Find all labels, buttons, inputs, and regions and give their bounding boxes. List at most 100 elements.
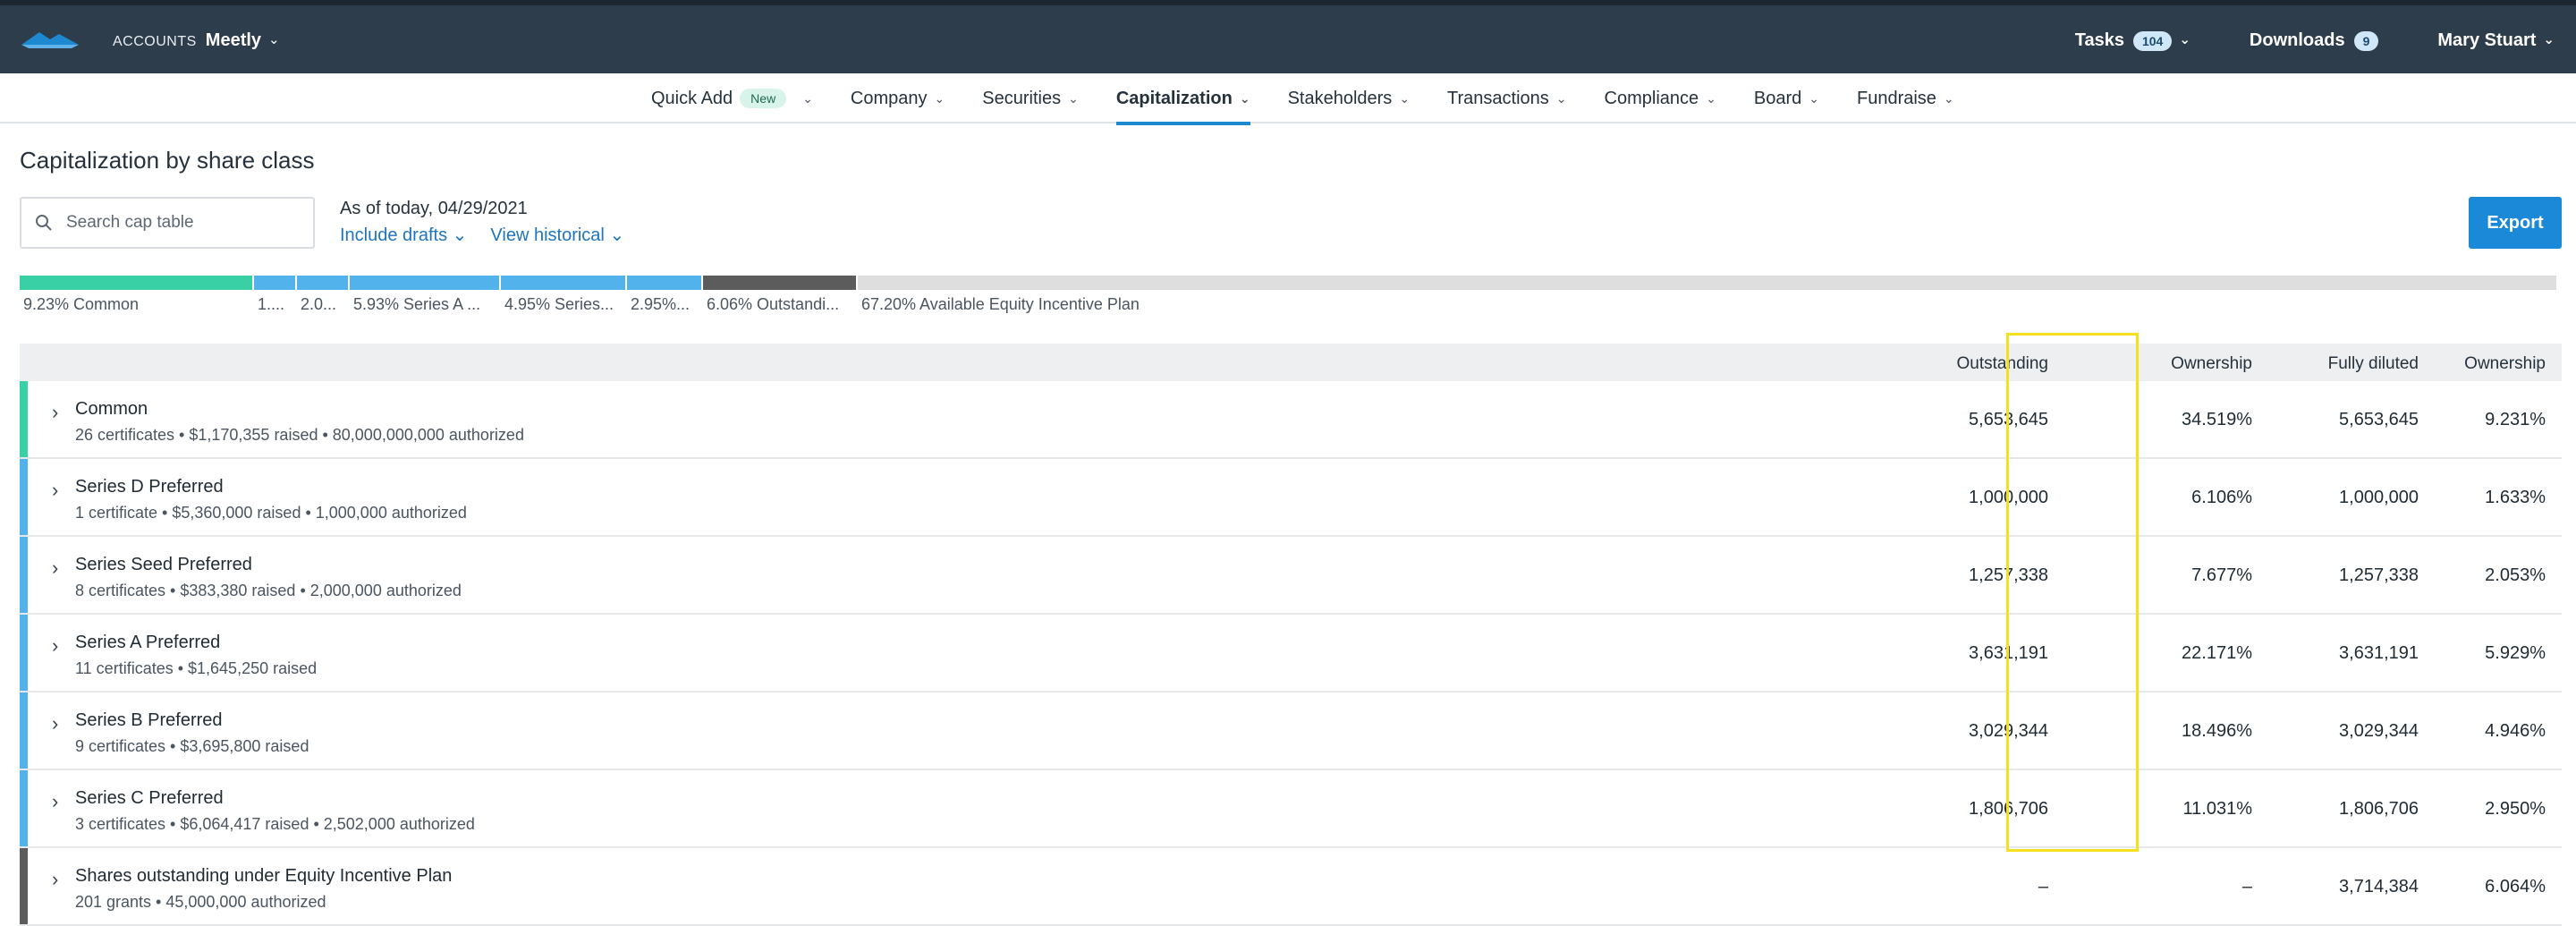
nav-securities[interactable]: Securities ⌄ — [982, 73, 1079, 123]
top-right-menu: Tasks 104 ⌄ Downloads 9 Mary Stuart ⌄ — [2016, 30, 2555, 51]
nav-label: Board — [1753, 88, 1802, 108]
cell-ownership: 6.106% — [2191, 488, 2252, 507]
tasks-menu[interactable]: Tasks 104 ⌄ — [2075, 30, 2190, 51]
distribution-segment[interactable] — [501, 276, 625, 290]
table-row[interactable]: › Series A Preferred 11 certificates • $1,… — [20, 615, 2562, 692]
share-class-color-bar — [20, 459, 28, 535]
nav-quick-add[interactable]: Quick Add New ⌄ — [651, 73, 813, 123]
distribution-segment[interactable] — [20, 276, 252, 290]
column-fully-diluted[interactable]: Fully diluted — [2328, 354, 2419, 374]
chevron-right-icon[interactable]: › — [52, 634, 58, 658]
distribution-segment[interactable] — [858, 276, 2556, 290]
cell-ownership: 18.496% — [2182, 721, 2252, 741]
chevron-down-icon: ⌄ — [2179, 31, 2190, 47]
nav-stakeholders[interactable]: Stakeholders ⌄ — [1288, 73, 1410, 123]
distribution-label: 67.20% Available Equity Incentive Plan — [861, 295, 1140, 313]
table-row[interactable]: › Series B Preferred 9 certificates • $3,6… — [20, 692, 2562, 770]
distribution-segment[interactable] — [627, 276, 701, 290]
cell-ownership: – — [2241, 877, 2252, 896]
nav-label: Securities — [982, 88, 1062, 108]
nav-label: Stakeholders — [1287, 88, 1393, 108]
search-box[interactable] — [20, 197, 315, 249]
export-button[interactable]: Export — [2469, 197, 2562, 249]
share-class-color-bar — [20, 848, 28, 924]
ownership-distribution-labels: 9.23% Common 1.... 2.0... 5.93% Series A ..… — [20, 295, 2562, 315]
nav-transactions[interactable]: Transactions ⌄ — [1447, 73, 1566, 123]
view-options: Include drafts ⌄ View historical ⌄ — [340, 224, 648, 246]
nav-board[interactable]: Board ⌄ — [1754, 73, 1819, 123]
cell-ownership-diluted: 9.231% — [2485, 410, 2546, 429]
tasks-label: Tasks — [2074, 30, 2124, 50]
cell-ownership: 34.519% — [2182, 410, 2252, 429]
distribution-label: 1.... — [258, 295, 285, 313]
share-class-color-bar — [20, 692, 28, 769]
distribution-segment[interactable] — [350, 276, 499, 290]
table-row[interactable]: › Series Seed Preferred 8 certificates • $… — [20, 537, 2562, 615]
distribution-label: 2.0... — [301, 295, 337, 313]
table-row[interactable]: › Series C Preferred 3 certificates • $6,0… — [20, 770, 2562, 848]
chevron-down-icon: ⌄ — [2543, 31, 2555, 47]
share-class-name: Series B Preferred — [75, 710, 223, 730]
include-drafts-label: Include drafts — [340, 225, 448, 245]
new-badge: New — [740, 89, 787, 108]
table-row[interactable]: › Series D Preferred 1 certificate • $5,36… — [20, 459, 2562, 537]
distribution-label: 4.95% Series... — [504, 295, 614, 313]
user-menu[interactable]: Mary Stuart ⌄ — [2437, 30, 2555, 51]
chevron-right-icon[interactable]: › — [52, 712, 58, 735]
downloads-count-badge: 9 — [2353, 30, 2379, 51]
share-class-details: 26 certificates • $1,170,355 raised • 80… — [75, 426, 524, 444]
share-class-name: Common — [75, 399, 148, 419]
column-ownership[interactable]: Ownership — [2171, 354, 2252, 374]
cell-ownership-diluted: 6.064% — [2485, 877, 2546, 896]
as-of-date: As of today, 04/29/2021 — [340, 199, 528, 218]
include-drafts-dropdown[interactable]: Include drafts ⌄ — [340, 224, 467, 246]
table-row[interactable]: › Shares outstanding under Equity Incenti… — [20, 848, 2562, 926]
distribution-segment[interactable] — [297, 276, 348, 290]
nav-company[interactable]: Company ⌄ — [851, 73, 945, 123]
view-historical-label: View historical — [490, 225, 605, 245]
account-switcher[interactable]: ACCOUNTS Meetly ⌄ — [113, 30, 280, 51]
share-class-name: Series A Preferred — [75, 633, 221, 652]
distribution-label: 6.06% Outstandi... — [707, 295, 840, 313]
company-logo-icon[interactable] — [20, 29, 80, 50]
nav-quick-add-label: Quick Add — [651, 88, 733, 108]
share-class-color-bar — [20, 615, 28, 691]
share-class-details: 9 certificates • $3,695,800 raised — [75, 737, 309, 755]
cell-outstanding: – — [2038, 877, 2048, 896]
page-title: Capitalization by share class — [20, 147, 315, 174]
distribution-segment[interactable] — [254, 276, 295, 290]
cell-ownership: 11.031% — [2182, 799, 2252, 819]
cell-fully-diluted: 5,653,645 — [2339, 410, 2419, 429]
share-class-name: Series C Preferred — [75, 788, 224, 808]
chevron-right-icon[interactable]: › — [52, 556, 58, 580]
distribution-label: 9.23% Common — [23, 295, 140, 313]
chevron-down-icon: ⌄ — [268, 32, 280, 47]
chevron-right-icon[interactable]: › — [52, 790, 58, 813]
cell-fully-diluted: 1,257,338 — [2339, 565, 2419, 585]
cell-ownership: 7.677% — [2191, 565, 2252, 585]
chevron-down-icon: ⌄ — [934, 90, 945, 106]
chevron-down-icon: ⌄ — [609, 225, 625, 245]
downloads-label: Downloads — [2249, 30, 2345, 50]
nav-capitalization[interactable]: Capitalization ⌄ — [1115, 73, 1250, 125]
table-row[interactable]: › Common 26 certificates • $1,170,355 rais… — [20, 381, 2562, 459]
distribution-segment[interactable] — [703, 276, 856, 290]
chevron-right-icon[interactable]: › — [52, 401, 58, 424]
nav-fundraise[interactable]: Fundraise ⌄ — [1857, 73, 1954, 123]
view-historical-dropdown[interactable]: View historical ⌄ — [490, 224, 624, 246]
chevron-down-icon: ⌄ — [452, 225, 468, 245]
share-class-details: 3 certificates • $6,064,417 raised • 2,5… — [75, 815, 475, 833]
account-name: Meetly — [205, 30, 262, 50]
share-class-details: 8 certificates • $383,380 raised • 2,000… — [75, 582, 462, 599]
downloads-menu[interactable]: Downloads 9 — [2249, 30, 2379, 51]
ownership-distribution-bar — [20, 276, 2562, 290]
chevron-right-icon[interactable]: › — [52, 868, 58, 891]
search-input[interactable] — [66, 213, 308, 233]
search-icon — [36, 215, 52, 231]
cell-fully-diluted: 3,029,344 — [2339, 721, 2419, 741]
cell-ownership-diluted: 4.946% — [2485, 721, 2546, 741]
nav-compliance[interactable]: Compliance ⌄ — [1605, 73, 1716, 123]
chevron-right-icon[interactable]: › — [52, 479, 58, 502]
nav-label: Fundraise — [1856, 88, 1936, 108]
column-ownership-diluted[interactable]: Ownership — [2464, 354, 2546, 374]
